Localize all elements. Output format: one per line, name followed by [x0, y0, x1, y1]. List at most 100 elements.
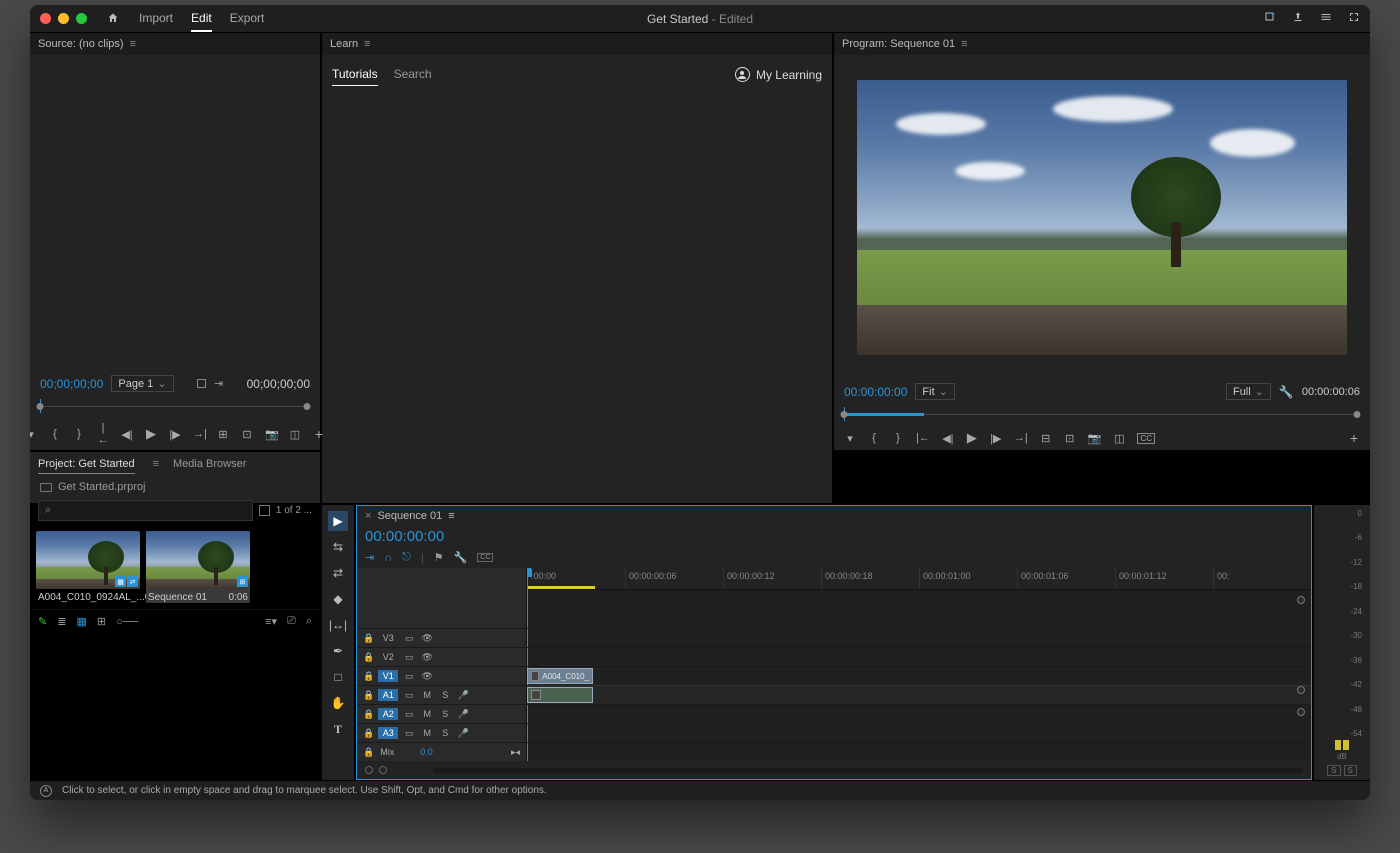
program-scrubber[interactable]	[834, 404, 1370, 426]
sync-lock-icon[interactable]	[1297, 596, 1305, 604]
eye-icon[interactable]: 👁	[420, 652, 434, 663]
tab-media-browser[interactable]: Media Browser	[173, 458, 246, 474]
source-patch-icon[interactable]: ▭	[402, 690, 416, 701]
fullscreen-icon[interactable]	[1348, 11, 1360, 26]
snap-icon[interactable]: ⇥	[365, 551, 374, 564]
source-layout-icon[interactable]	[197, 379, 206, 388]
lock-icon[interactable]: 🔒	[363, 747, 374, 758]
source-patch-icon[interactable]: ▭	[402, 728, 416, 739]
adobe-icon[interactable]: A	[40, 785, 52, 797]
expand-icon[interactable]: ▸◂	[511, 747, 520, 758]
program-fit-dropdown[interactable]: Fit	[915, 383, 954, 400]
close-window-button[interactable]	[40, 13, 51, 24]
source-patch-icon[interactable]: ▭	[402, 652, 416, 663]
mark-in-icon[interactable]: {	[49, 428, 61, 440]
mute-icon[interactable]: M	[420, 690, 434, 700]
track-area[interactable]: :00:0000:00:00:0600:00:00:1200:00:00:180…	[527, 568, 1311, 761]
source-tc-left[interactable]: 00;00;00;00	[40, 377, 103, 391]
mute-icon[interactable]: M	[420, 709, 434, 719]
rw-badge-icon[interactable]: ✎	[38, 615, 47, 628]
track-a1[interactable]: 🔒A1▭MS🎤	[357, 685, 526, 704]
insert-icon[interactable]: ⊞	[217, 428, 229, 441]
linked-selection-icon[interactable]: ∩	[384, 552, 392, 564]
time-ruler[interactable]: :00:0000:00:00:0600:00:00:1200:00:00:180…	[527, 568, 1311, 590]
program-full-dropdown[interactable]: Full	[1226, 383, 1271, 400]
quick-export-icon[interactable]	[1264, 11, 1276, 26]
mix-value[interactable]: 0.0	[420, 747, 433, 757]
track-a3[interactable]: 🔒 A3 ▭ MS 🎤	[357, 723, 526, 742]
lock-icon[interactable]: 🔒	[363, 690, 374, 701]
list-view-icon[interactable]: ≣	[57, 615, 66, 628]
play-icon[interactable]: ▶	[145, 426, 157, 442]
eye-icon[interactable]: 👁	[420, 633, 434, 644]
source-patch-icon[interactable]: ▭	[402, 709, 416, 720]
button-editor-icon[interactable]: +	[313, 426, 325, 442]
sort-icon[interactable]: ≡▾	[265, 615, 277, 628]
workspace-menu-icon[interactable]	[1320, 11, 1332, 26]
goto-in-icon[interactable]: |←	[97, 422, 109, 446]
track-mix[interactable]: 🔒Mix0.0▸◂	[357, 742, 526, 761]
pen-tool-icon[interactable]: ✒	[328, 641, 348, 661]
sequence-tab[interactable]: Sequence 01	[377, 510, 442, 522]
project-search[interactable]: ⌕	[38, 500, 253, 521]
track-v3[interactable]: 🔒V3▭👁	[357, 628, 526, 647]
icon-view-icon[interactable]: ▦	[76, 615, 86, 628]
program-settings-icon[interactable]: 🔧	[1279, 385, 1294, 399]
solo-icon[interactable]: S	[438, 728, 452, 738]
eye-icon[interactable]: 👁	[420, 671, 434, 682]
rectangle-tool-icon[interactable]: □	[328, 667, 348, 687]
cc-icon[interactable]: CC	[1137, 433, 1155, 444]
zoom-out-icon[interactable]	[365, 766, 373, 774]
step-back-icon[interactable]: ◀|	[121, 428, 133, 441]
learn-menu-icon[interactable]: ≡	[364, 38, 370, 50]
mark-out-icon[interactable]: }	[892, 432, 904, 444]
step-fwd-icon[interactable]: |▶	[990, 432, 1002, 445]
lock-icon[interactable]: 🔒	[363, 652, 374, 663]
export-frame-icon[interactable]: 📷	[1088, 432, 1102, 445]
home-icon[interactable]	[107, 11, 119, 27]
find-icon[interactable]: ⌕	[306, 615, 312, 628]
voice-icon[interactable]: 🎤	[456, 690, 470, 701]
close-sequence-icon[interactable]: ×	[365, 510, 371, 522]
add-marker-icon[interactable]: ▾	[30, 428, 37, 441]
goto-in-icon[interactable]: |←	[916, 432, 930, 444]
project-item[interactable]: ▦⇄ A004_C010_0924AL_...0:06	[36, 531, 140, 603]
tab-import[interactable]: Import	[139, 6, 173, 32]
track-v2[interactable]: 🔒 V2 ▭ 👁	[357, 647, 526, 666]
solo-right[interactable]: S	[1344, 765, 1357, 776]
timeline-menu-icon[interactable]: ≡	[448, 510, 454, 522]
lock-icon[interactable]: 🔒	[363, 709, 374, 720]
source-page-dropdown[interactable]: Page 1	[111, 375, 173, 392]
my-learning-link[interactable]: My Learning	[735, 67, 822, 82]
source-step-icon[interactable]: ⇥	[214, 377, 223, 390]
step-back-icon[interactable]: ◀|	[942, 432, 954, 445]
track-select-tool-icon[interactable]: ⇆	[328, 537, 348, 557]
tab-edit[interactable]: Edit	[191, 6, 212, 32]
source-patch-icon[interactable]: ▭	[402, 633, 416, 644]
track-tag[interactable]: V1	[378, 670, 398, 682]
mute-icon[interactable]: M	[420, 728, 434, 738]
zoom-slider[interactable]: ○──	[116, 616, 138, 628]
comparison-icon[interactable]: ◫	[1113, 432, 1125, 445]
work-area-bar[interactable]	[527, 586, 595, 589]
marker-tool-icon[interactable]: ⎋	[402, 551, 411, 564]
lock-icon[interactable]: 🔒	[363, 633, 374, 644]
voice-icon[interactable]: 🎤	[456, 709, 470, 720]
ripple-tool-icon[interactable]: ⇄	[328, 563, 348, 583]
track-tag[interactable]: A3	[378, 727, 398, 739]
hand-tool-icon[interactable]: ✋	[328, 693, 348, 713]
tab-project[interactable]: Project: Get Started	[38, 458, 135, 474]
new-bin-icon[interactable]	[259, 505, 270, 516]
track-tag[interactable]: A1	[378, 689, 398, 701]
track-tag[interactable]: V2	[378, 651, 398, 663]
project-item[interactable]: ⊞ Sequence 010:06	[146, 531, 250, 603]
lock-icon[interactable]: 🔒	[363, 728, 374, 739]
cc-tool-icon[interactable]: CC	[477, 553, 493, 562]
timeline-settings-icon[interactable]: ⚑	[434, 551, 444, 564]
timeline-tc[interactable]: 00:00:00:00	[365, 528, 444, 545]
voice-icon[interactable]: 🎤	[456, 728, 470, 739]
step-fwd-icon[interactable]: |▶	[169, 428, 181, 441]
sync-lock-icon[interactable]	[1297, 708, 1305, 716]
source-scrubber[interactable]	[30, 396, 320, 418]
zoom-bar[interactable]	[433, 768, 1303, 773]
